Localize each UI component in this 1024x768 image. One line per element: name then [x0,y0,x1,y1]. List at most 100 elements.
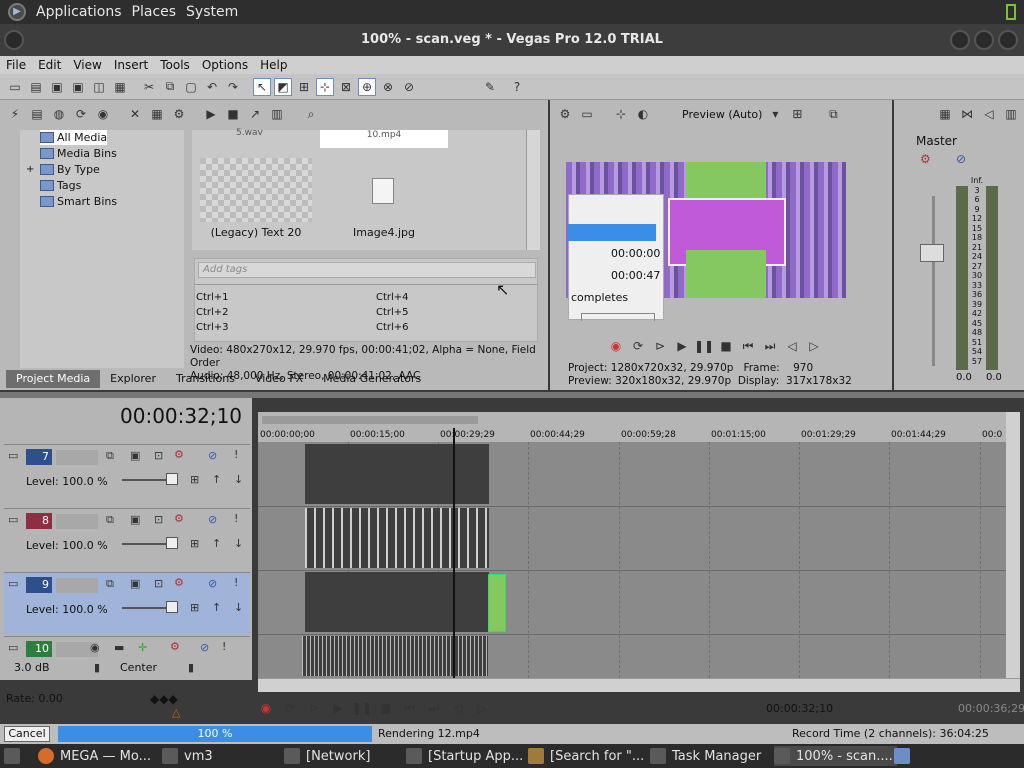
track-gear-icon[interactable]: ⚙ [174,576,184,589]
master-fx-gear-icon[interactable]: ⚙ [920,152,931,166]
expand-icon[interactable]: + [26,164,34,175]
play-icon[interactable]: ▶ [202,105,220,123]
search-icon[interactable]: ⌕ [302,105,320,123]
selection-end[interactable]: 00:00:36;29 [958,702,1024,715]
stop-icon[interactable]: ■ [718,338,734,354]
tab-project-media[interactable]: Project Media [6,370,101,388]
cancel-button[interactable]: Cancel [4,726,50,742]
image-file-icon[interactable] [372,178,394,204]
track-name-field[interactable] [56,514,98,529]
child-icon[interactable]: ↓ [234,473,243,486]
prev-frame-icon[interactable]: ◁ [450,700,466,716]
mute-icon[interactable]: ⊘ [208,449,217,462]
preview-properties-icon[interactable]: ⚙ [556,105,574,123]
solo-icon[interactable]: ! [222,640,226,653]
composite-child-icon[interactable]: ⊞ [190,601,199,614]
menu-view[interactable]: View [67,58,107,72]
meter-options-icon[interactable]: ▥ [1002,105,1020,123]
prev-frame-icon[interactable]: ◁ [784,338,800,354]
track-gear-icon[interactable]: ⚙ [174,448,184,461]
close-button[interactable] [998,30,1018,50]
timeline-cursor[interactable] [453,428,455,678]
master-fader[interactable] [920,244,944,262]
parent-icon[interactable]: ↑ [212,537,221,550]
undo-icon[interactable]: ↶ [203,78,221,96]
stop-icon[interactable]: ■ [224,105,242,123]
copy-snapshot-icon[interactable]: ⧉ [824,105,842,123]
track-motion-icon[interactable]: ⧉ [106,513,114,527]
composite-child-icon[interactable]: ⊞ [190,537,199,550]
pause-icon[interactable]: ❚❚ [352,700,372,716]
copy-icon[interactable]: ⧉ [161,78,179,96]
tree-item-media-bins[interactable]: Media Bins [40,146,117,161]
menu-file[interactable]: File [0,58,32,72]
level-slider[interactable] [166,473,178,485]
timeline-vertical-scrollbar[interactable] [1006,412,1020,678]
save-icon[interactable]: ▣ [48,78,66,96]
level-slider[interactable] [166,601,178,613]
mute-icon[interactable]: ⊘ [956,152,966,166]
arm-record-icon[interactable]: ◉ [90,641,100,654]
dim-output-icon[interactable]: ◁ [980,105,998,123]
menu-help[interactable]: Help [254,58,293,72]
tab-transitions[interactable]: Transitions [166,370,245,388]
play-from-start-icon[interactable]: ⊳ [306,700,322,716]
record-icon[interactable]: ◉ [258,700,274,716]
go-to-end-icon[interactable]: ⏭ [762,338,778,354]
loop-icon[interactable]: ⟳ [282,700,298,716]
track-gear-icon[interactable]: ⚙ [174,512,184,525]
taskbar-item[interactable]: Task Manager [650,746,761,766]
video-event[interactable] [305,508,489,568]
next-frame-icon[interactable]: ▷ [806,338,822,354]
master-fx-icon[interactable]: ▦ [936,105,954,123]
properties-icon[interactable]: ▦ [148,105,166,123]
loop-region[interactable] [262,416,478,424]
maximize-button[interactable] [974,30,994,50]
external-monitor-icon[interactable]: ▭ [578,105,596,123]
track-collapse-icon[interactable]: ▭ [8,513,18,526]
loop-icon[interactable]: ⟳ [630,338,646,354]
window-menu-button[interactable] [4,30,24,50]
preview-quality-select[interactable]: Preview (Auto) [682,108,762,121]
media-fx-icon[interactable]: ◉ [94,105,112,123]
system-menu[interactable]: System [186,4,238,20]
snapping-icon[interactable]: ⊹ [316,77,334,96]
add-tags-input[interactable]: Add tags [198,262,536,278]
views-icon[interactable]: ▥ [268,105,286,123]
brush-icon[interactable]: ✎ [481,78,499,96]
video-event[interactable] [305,444,489,504]
tree-item-smart-bins[interactable]: Smart Bins [40,194,117,209]
normal-edit-tool-icon[interactable]: ↖ [253,77,271,96]
track-name-field[interactable] [56,450,98,465]
render-icon[interactable]: ◫ [90,78,108,96]
media-partial-thumb[interactable]: 10.mp4 [320,130,448,148]
cursor-position[interactable]: 00:00:32;10 [766,702,833,715]
tree-item-by-type[interactable]: By Type [40,162,100,177]
next-frame-icon[interactable]: ▷ [474,700,490,716]
rate-slider[interactable]: ◆◆◆ [150,692,178,706]
get-media-icon[interactable]: ◍ [50,105,68,123]
popup-button[interactable] [581,313,655,321]
media-fx-2-icon[interactable]: ⚙ [170,105,188,123]
refresh-icon[interactable]: ⟳ [72,105,90,123]
taskbar-item[interactable]: [Search for "... [528,746,644,766]
video-track-header[interactable]: ▭ 9 ⧉ ▣ ⊡ ⚙ ⊘ ! Level: 100.0 % ⊞ ↑ ↓ [4,572,250,634]
tab-explorer[interactable]: Explorer [100,370,166,388]
auto-crossfade-icon[interactable]: ⊠ [337,78,355,96]
gnome-logo-icon[interactable]: ▶ [8,3,26,21]
track-motion-icon[interactable]: ⧉ [106,577,114,591]
solo-icon[interactable]: ! [234,576,238,589]
split-screen-icon[interactable]: ◐ [634,105,652,123]
composite-child-icon[interactable]: ⊞ [190,473,199,486]
menu-options[interactable]: Options [196,58,254,72]
play-icon[interactable]: ▶ [674,338,690,354]
track-name-field[interactable] [56,578,98,593]
parent-icon[interactable]: ↑ [212,601,221,614]
paste-icon[interactable]: ▢ [182,78,200,96]
auto-ripple-icon[interactable]: ⊕ [358,77,376,96]
cut-icon[interactable]: ✂ [140,78,158,96]
selection-tool-icon[interactable]: ⊞ [295,78,313,96]
tree-item-all-media[interactable]: All Media [40,130,108,145]
child-icon[interactable]: ↓ [234,537,243,550]
go-to-start-icon[interactable]: ⏮ [402,700,418,716]
